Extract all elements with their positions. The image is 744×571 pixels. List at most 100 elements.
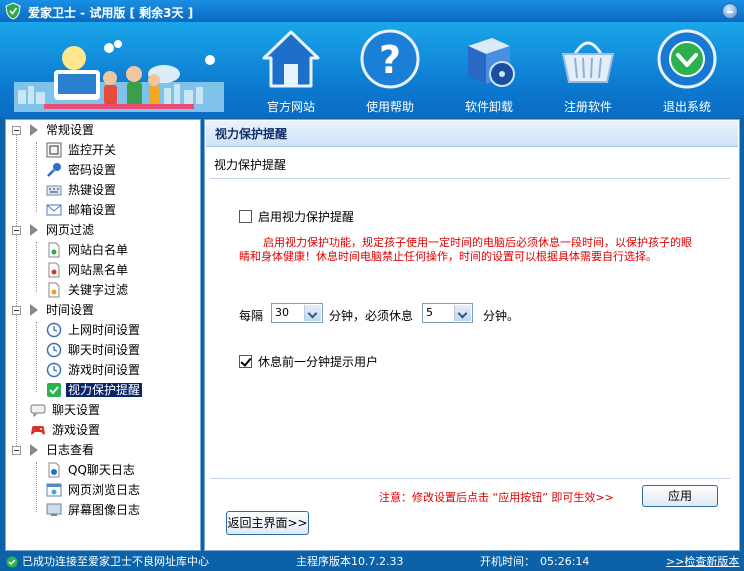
tree-item-label: 密码设置 [68, 163, 117, 177]
tree-item-label: 游戏时间设置 [68, 363, 141, 377]
tree-group-chat[interactable]: 聊天设置 [30, 401, 102, 420]
collapse-toggle[interactable] [12, 446, 21, 455]
official-site-button[interactable]: 官方网站 [246, 26, 336, 116]
tree-item-browser-log[interactable]: 网页浏览日志 [46, 481, 142, 500]
tree-item-label: 屏幕图像日志 [68, 503, 141, 517]
tree-item-online-time[interactable]: 上网时间设置 [46, 321, 142, 340]
notify-before-rest-option[interactable]: 休息前一分钟提示用户 [239, 353, 378, 370]
rest-minutes-value: 5 [426, 306, 433, 319]
tree-item-whitelist[interactable]: 网站白名单 [46, 241, 130, 260]
clock-icon [46, 362, 62, 378]
tree-item-keyword-filter[interactable]: 关键字过滤 [46, 281, 130, 300]
uptime-value: 05:26:14 [540, 555, 590, 568]
qq-log-icon [48, 462, 60, 478]
gamepad-icon [31, 426, 45, 435]
tree-item-label: 网站黑名单 [68, 263, 129, 277]
tree-connector [36, 142, 37, 212]
tree-item-label: QQ聊天日志 [68, 463, 135, 477]
apply-button[interactable]: 应用 [642, 485, 718, 507]
eye-protection-panel: 视力保护提醒 视力保护提醒 启用视力保护提醒 启用视力保护功能，规定孩子使用一定… [204, 119, 740, 551]
monitor-switch-icon [46, 142, 62, 158]
tree-item-hotkey[interactable]: 热键设置 [46, 181, 118, 200]
exit-button[interactable]: 退出系统 [642, 26, 732, 116]
group-arrow-icon [30, 224, 38, 236]
tree-group-web-filter[interactable]: 网页过滤 [30, 221, 96, 240]
tree-group-label: 常规设置 [46, 123, 95, 137]
family-banner-illustration [14, 40, 224, 112]
tree-item-label: 热键设置 [68, 183, 117, 197]
apply-hint: 注意：修改设置后点击 “应用按钮” 即可生效>> [379, 491, 614, 504]
tree-group-time[interactable]: 时间设置 [30, 301, 96, 320]
tree-item-label: 邮箱设置 [68, 203, 117, 217]
chevron-down-icon [454, 305, 471, 321]
tree-item-blacklist[interactable]: 网站黑名单 [46, 261, 130, 280]
tree-item-mail[interactable]: 邮箱设置 [46, 201, 118, 220]
tree-item-eye-protection[interactable]: 视力保护提醒 [46, 381, 143, 400]
key-icon [47, 163, 61, 177]
title-bar: 爱家卫士 - 试用版 [ 剩余3天 ] [0, 0, 744, 22]
collapse-toggle[interactable] [12, 226, 21, 235]
status-bar: 已成功连接至爱家卫士不良网址库中心 主程序版本10.7.2.33 开机时间： 0… [0, 553, 744, 571]
back-to-main-button[interactable]: 返回主界面>> [226, 511, 309, 535]
tree-group-game[interactable]: 游戏设置 [30, 421, 102, 440]
svg-text:?: ? [379, 38, 401, 82]
tree-item-password[interactable]: 密码设置 [46, 161, 118, 180]
tree-item-label: 网站白名单 [68, 243, 129, 257]
settings-tree: 常规设置 监控开关 密码设置 热键设置 邮箱设置 网页过滤 网站白名单 网站黑名… [5, 119, 201, 551]
uptime-label: 开机时间： [480, 555, 535, 568]
enable-eye-protection-label: 启用视力保护提醒 [258, 210, 355, 224]
uninstall-box-icon [468, 38, 515, 87]
collapse-toggle[interactable] [12, 126, 21, 135]
enable-eye-protection-option[interactable]: 启用视力保护提醒 [239, 208, 354, 225]
interval-prefix: 每隔 [239, 309, 264, 323]
collapse-toggle[interactable] [12, 306, 21, 315]
exit-label: 退出系统 [662, 100, 711, 114]
screen-log-icon [46, 503, 62, 516]
tree-item-label: 网页浏览日志 [68, 483, 141, 497]
register-button[interactable]: 注册软件 [543, 26, 633, 116]
group-title: 视力保护提醒 [214, 158, 287, 172]
clock-icon [46, 322, 62, 338]
check-icon [47, 383, 61, 397]
tree-item-qq-log[interactable]: QQ聊天日志 [46, 461, 137, 480]
divider [210, 178, 730, 179]
tree-connector [36, 462, 37, 512]
connected-check-icon [6, 556, 18, 568]
tree-connector [16, 132, 17, 452]
tree-item-chat-time[interactable]: 聊天时间设置 [46, 341, 142, 360]
basket-icon [561, 41, 615, 83]
enable-eye-protection-checkbox[interactable] [239, 210, 252, 223]
window-title: 爱家卫士 - 试用版 [ 剩余3天 ] [28, 6, 194, 20]
eye-protection-description: 启用视力保护功能，规定孩子使用一定时间的电脑后必须休息一段时间，以保护孩子的眼睛… [239, 236, 692, 263]
tree-group-label: 游戏设置 [52, 423, 101, 437]
connection-status: 已成功连接至爱家卫士不良网址库中心 [22, 555, 209, 568]
interval-minutes-value: 30 [275, 306, 289, 319]
program-version: 主程序版本10.7.2.33 [296, 555, 404, 568]
uninstall-label: 软件卸载 [464, 100, 513, 114]
rest-minutes-select[interactable]: 5 [422, 303, 473, 323]
notify-before-rest-checkbox[interactable] [239, 355, 252, 368]
minimize-button[interactable] [722, 3, 738, 19]
tree-item-screen-log[interactable]: 屏幕图像日志 [46, 501, 142, 520]
clock-icon [46, 342, 62, 358]
uninstall-button[interactable]: 软件卸载 [444, 26, 534, 116]
keyboard-icon [46, 185, 62, 196]
interval-minutes-select[interactable]: 30 [271, 303, 323, 323]
help-button[interactable]: ? 使用帮助 [345, 26, 435, 116]
panel-title: 视力保护提醒 [206, 121, 738, 147]
tree-group-logs[interactable]: 日志查看 [30, 441, 96, 460]
tree-item-monitor-switch[interactable]: 监控开关 [46, 141, 118, 160]
tree-item-label: 关键字过滤 [68, 283, 129, 297]
tree-item-game-time[interactable]: 游戏时间设置 [46, 361, 142, 380]
keyword-page-icon [48, 282, 60, 298]
tree-connector [36, 322, 37, 392]
group-arrow-icon [30, 304, 38, 316]
check-update-link[interactable]: >>检查新版本 [666, 553, 739, 571]
tree-group-general[interactable]: 常规设置 [30, 121, 96, 140]
tree-group-label: 时间设置 [46, 303, 95, 317]
tree-item-label: 视力保护提醒 [66, 383, 143, 397]
tree-connector [36, 242, 37, 292]
tree-group-label: 日志查看 [46, 443, 95, 457]
rest-suffix: 分钟。 [483, 309, 520, 323]
tree-group-label: 聊天设置 [52, 403, 101, 417]
